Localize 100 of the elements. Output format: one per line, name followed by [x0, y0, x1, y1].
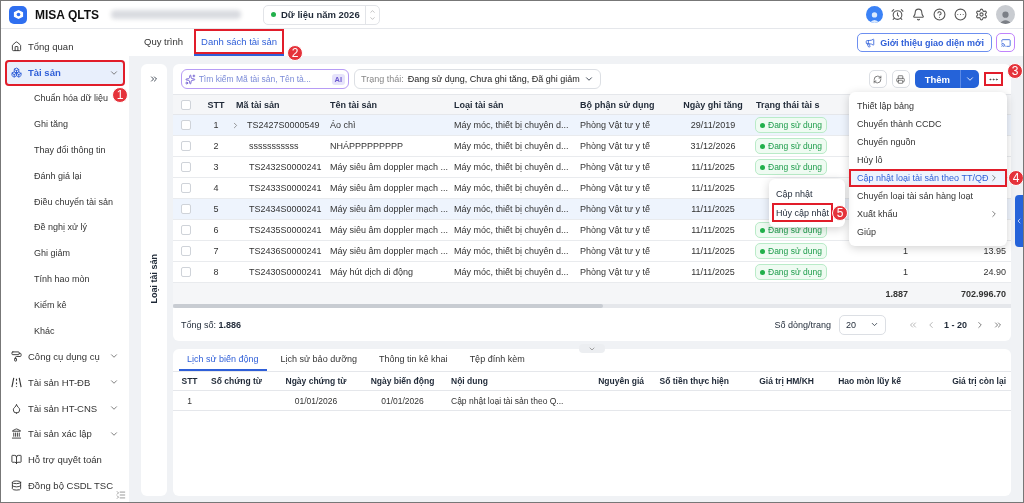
sidebar-item[interactable]: Tài sản	[5, 59, 125, 86]
sidebar-subitem[interactable]: Ghi tăng	[34, 111, 69, 138]
refresh-button[interactable]	[868, 70, 887, 88]
total-cell-text: 702.996.70	[959, 288, 1007, 299]
menu-item[interactable]: Cập nhật loại tài sản theo TT/QĐ	[849, 169, 1007, 187]
table-row[interactable]: 7 TS2436S0000241 Máy siêu âm doppler mạch ... Máy móc, thiết bị chuyên d... Phòng Vật tư y tế 11/11/2025 Đang sử dụng 1 13.95	[173, 241, 1011, 262]
bell-icon[interactable]	[912, 8, 925, 21]
column-header: Ngày biến động	[369, 376, 436, 386]
page-size-select[interactable]: 20	[839, 314, 886, 335]
table-cell-text: Máy siêu âm doppler mạch ...	[329, 225, 449, 235]
sidebar-item[interactable]: Đồng bộ CSDL TSC	[5, 472, 125, 499]
status-badge: Đang sử dụng	[755, 243, 827, 259]
menu-item[interactable]: Thiết lập bảng	[849, 97, 1007, 115]
previous-page-icon[interactable]	[926, 319, 936, 330]
checkbox[interactable]	[181, 162, 191, 172]
cast-button[interactable]	[996, 33, 1015, 52]
checkbox[interactable]	[181, 246, 191, 256]
table-cell-text: Máy móc, thiết bị chuyên d...	[453, 120, 570, 130]
megaphone-icon	[865, 37, 876, 48]
next-page-icon[interactable]	[975, 319, 985, 330]
user-avatar-icon[interactable]	[996, 5, 1015, 24]
menu-item[interactable]: Giúp	[849, 223, 1007, 241]
intro-button[interactable]: Giới thiệu giao diện mới	[857, 33, 992, 52]
collapse-icon[interactable]	[116, 490, 126, 500]
collapse-handle[interactable]	[579, 344, 605, 353]
app-name: MISA QLTS	[35, 7, 99, 22]
sidebar-item[interactable]: Tài sản xác lập	[5, 420, 125, 447]
sidebar-item[interactable]: Tài sản HT-ĐB	[5, 369, 125, 396]
total-count: Tổng số: 1.886	[181, 319, 242, 330]
table-cell-text: Phòng Vật tư y tế	[579, 141, 652, 151]
chevron-down-icon[interactable]	[368, 14, 376, 22]
more-icon[interactable]	[954, 8, 967, 21]
first-page-icon[interactable]	[908, 319, 918, 330]
last-page-icon[interactable]	[993, 319, 1003, 330]
sidebar-subitem[interactable]: Ghi giảm	[34, 240, 70, 267]
sidebar-subitem[interactable]: Điều chuyển tài sản	[34, 188, 114, 215]
checkbox[interactable]	[181, 267, 191, 277]
column-header: STT	[180, 376, 199, 386]
checkbox[interactable]	[181, 120, 191, 130]
tab[interactable]: Danh sách tài sản	[194, 29, 285, 56]
year-selector[interactable]: Dữ liệu năm 2026	[263, 4, 380, 25]
table-cell-text: 3	[212, 162, 220, 172]
table-cell-text: 4	[212, 183, 220, 193]
checkbox[interactable]	[181, 204, 191, 214]
side-toggle[interactable]	[1015, 195, 1023, 247]
tab[interactable]: Lịch sử biến động	[179, 349, 267, 371]
table-cell-text: Máy siêu âm doppler mạch ...	[329, 246, 449, 256]
tab[interactable]: Tệp đính kèm	[461, 349, 533, 371]
expand-icon[interactable]	[149, 74, 159, 84]
table-cell-text: 29/11/2019	[689, 120, 737, 130]
table-cell-text: Máy siêu âm doppler mạch ...	[329, 183, 449, 193]
sidebar-subitem[interactable]: Tính hao mòn	[34, 266, 90, 292]
sidebar-item[interactable]: Công cụ dụng cụ	[5, 343, 125, 370]
sidebar-subitem[interactable]: Kiểm kê	[34, 291, 67, 318]
checkbox[interactable]	[181, 225, 191, 235]
table-cell-text: TS2432S0000241	[248, 162, 323, 172]
more-button[interactable]	[984, 72, 1003, 86]
sidebar-item[interactable]: Tài sản HT-CNS	[5, 395, 125, 421]
column-header: Bộ phận sử dụng	[579, 99, 656, 110]
status-filter[interactable]: Trạng thái: Đang sử dụng, Chưa ghi tăng, Đã ghi giảm	[354, 69, 601, 89]
cast-icon	[1000, 37, 1011, 48]
settings-icon[interactable]	[975, 8, 988, 21]
step-number: 3	[1007, 63, 1023, 79]
chevron-up-icon[interactable]	[368, 7, 376, 15]
sidebar-subitem[interactable]: Khác	[34, 317, 55, 344]
tab[interactable]: Thông tin kê khai	[371, 349, 456, 371]
expand-icon[interactable]	[231, 120, 240, 130]
status-badge: Đang sử dụng	[755, 117, 827, 133]
sidebar-subitem[interactable]: Đánh giá lại	[34, 163, 82, 189]
search-field[interactable]: Tìm kiếm Mã tài sản, Tên tà...	[198, 74, 329, 84]
column-header: Hao mòn lũy kế	[837, 376, 902, 386]
menu-item[interactable]: Hủy cập nhật	[772, 203, 834, 222]
table-row[interactable]: 8 TS2430S0000241 Máy hút dịch di động Máy móc, thiết bị chuyên d... Phòng Vật tư y tế 11/11/2025 Đang sử dụng 1 24.90	[173, 262, 1011, 283]
table-cell-text: Máy siêu âm doppler mạch ...	[329, 204, 449, 214]
sidebar-subitem[interactable]: Thay đổi thông tin	[34, 137, 106, 163]
help-icon[interactable]	[933, 8, 946, 21]
sidebar-item[interactable]: Tổng quan	[5, 34, 125, 60]
avatar-icon[interactable]	[866, 6, 883, 23]
page-range: 1 - 20	[944, 319, 967, 330]
alarm-clock-icon[interactable]	[891, 8, 904, 21]
step-number: 2	[287, 45, 303, 61]
menu-item[interactable]: Xuất khẩu	[849, 205, 1007, 223]
tab[interactable]: Quy trình	[137, 29, 191, 56]
sidebar-subitem[interactable]: Chuẩn hóa dữ liệu	[34, 85, 109, 112]
sidebar-item[interactable]: Hỗ trợ quyết toán	[5, 446, 125, 473]
menu-item[interactable]: Chuyển nguồn	[849, 133, 1007, 151]
menu-item[interactable]: Chuyển thành CCDC	[849, 115, 1007, 133]
column-header: Loại tài sản	[453, 99, 505, 110]
scrollbar[interactable]	[173, 304, 603, 308]
chevron-left-icon	[1015, 217, 1023, 225]
chevron-down-icon	[583, 74, 594, 84]
checkbox[interactable]	[181, 141, 191, 151]
checkbox[interactable]	[181, 183, 191, 193]
checkbox[interactable]	[181, 99, 191, 110]
print-button[interactable]	[891, 70, 910, 88]
table-cell-text: Phòng Vật tư y tế	[579, 204, 652, 214]
table-cell-text: Máy móc, thiết bị chuyên d...	[453, 225, 570, 235]
table-cell-text: Phòng Vật tư y tế	[579, 162, 652, 172]
tab[interactable]: Lịch sử bảo dưỡng	[272, 349, 366, 371]
sidebar-subitem[interactable]: Đề nghị xử lý	[34, 214, 88, 241]
